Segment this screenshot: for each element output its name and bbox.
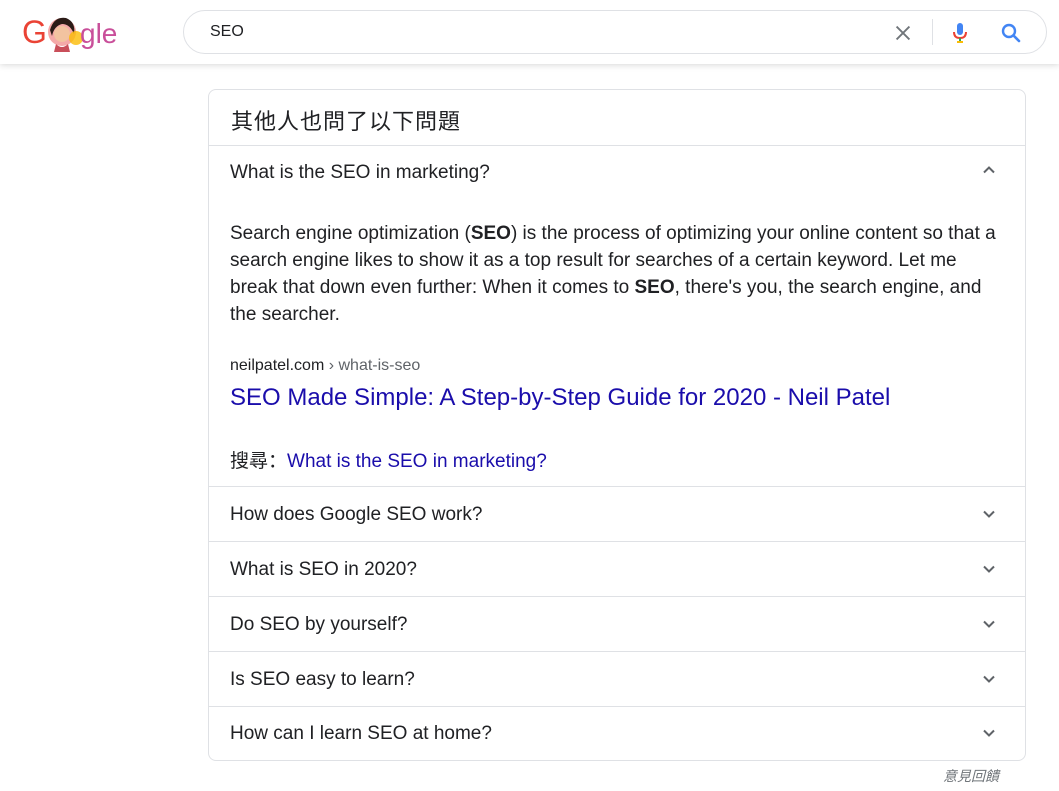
feedback-link[interactable]: 意見回饋 xyxy=(943,766,999,786)
paa-question-expanded[interactable]: What is the SEO in marketing? xyxy=(209,146,1025,202)
chevron-down-icon xyxy=(983,620,995,628)
search-input[interactable] xyxy=(210,23,810,41)
cite-domain: neilpatel.com xyxy=(230,357,325,374)
paa-question[interactable]: Is SEO easy to learn? xyxy=(209,652,1025,706)
paa-question[interactable]: What is SEO in 2020? xyxy=(209,542,1025,596)
chevron-down-icon xyxy=(983,675,995,683)
paa-question-text: How does Google SEO work? xyxy=(230,504,483,525)
paa-answer-snippet: Search engine optimization (SEO) is the … xyxy=(230,223,996,325)
paa-question[interactable]: Do SEO by yourself? xyxy=(209,597,1025,651)
svg-text:gle: gle xyxy=(80,18,117,49)
clear-icon[interactable] xyxy=(892,22,914,44)
search-for-line: 搜尋：What is the SEO in marketing? xyxy=(230,446,547,473)
chevron-down-icon xyxy=(983,729,995,737)
result-citation: neilpatel.com › what-is-seo xyxy=(230,357,420,375)
search-for-label: 搜尋： xyxy=(230,451,288,472)
search-for-link[interactable]: What is the SEO in marketing? xyxy=(287,451,547,472)
cite-path: › what-is-seo xyxy=(324,357,421,374)
paa-question-text: How can I learn SEO at home? xyxy=(230,723,492,744)
search-icon[interactable] xyxy=(999,21,1023,45)
paa-question[interactable]: How can I learn SEO at home? xyxy=(209,707,1025,760)
paa-question-text: What is SEO in 2020? xyxy=(230,559,417,580)
microphone-icon[interactable] xyxy=(948,21,972,45)
paa-question-text: Do SEO by yourself? xyxy=(230,614,408,635)
chevron-down-icon xyxy=(983,565,995,573)
chevron-down-icon xyxy=(983,510,995,518)
chevron-up-icon xyxy=(983,166,995,174)
paa-title: 其他人也問了以下問題 xyxy=(231,110,462,135)
paa-question-text: Is SEO easy to learn? xyxy=(230,669,415,690)
paa-question[interactable]: How does Google SEO work? xyxy=(209,487,1025,541)
header: G gle xyxy=(0,0,1059,64)
people-also-ask-panel: 其他人也問了以下問題 What is the SEO in marketing?… xyxy=(208,89,1026,761)
search-divider xyxy=(932,19,933,45)
google-doodle-logo[interactable]: G gle xyxy=(22,12,126,52)
result-title-link[interactable]: SEO Made Simple: A Step-by-Step Guide fo… xyxy=(230,384,890,412)
search-box xyxy=(183,10,1047,54)
paa-question-text: What is the SEO in marketing? xyxy=(230,162,490,183)
svg-text:G: G xyxy=(22,14,47,50)
